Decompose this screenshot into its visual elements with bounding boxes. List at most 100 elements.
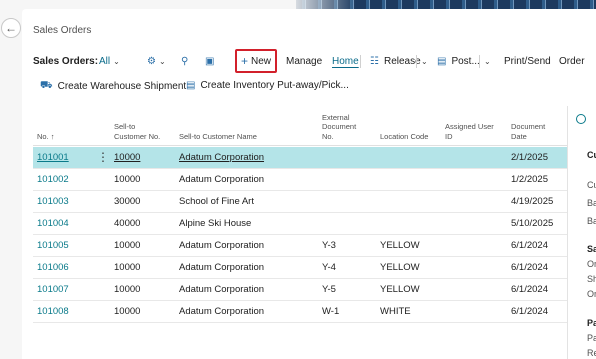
- back-button[interactable]: ←: [1, 18, 21, 38]
- print-send-tab[interactable]: Print/Send: [504, 50, 551, 72]
- top-banner: [0, 0, 596, 9]
- table-row[interactable]: 101001 ⋮ 10000 Adatum Corporation 2/1/20…: [33, 147, 568, 169]
- external-document-no: Y-5: [322, 284, 336, 295]
- factbox-field: Re: [587, 348, 596, 358]
- post-dropdown-button[interactable]: ⌄: [481, 50, 491, 72]
- filter-value: All: [99, 55, 111, 67]
- home-tab[interactable]: Home: [332, 50, 359, 72]
- factbox-field: Or: [587, 289, 596, 299]
- location-code: YELLOW: [380, 284, 420, 295]
- factbox-field: Sh: [587, 274, 596, 284]
- document-date: 4/19/2025: [511, 196, 554, 207]
- page-title: Sales Orders: [33, 25, 92, 36]
- factbox-field: Cu: [587, 180, 596, 190]
- new-button-label: New: [251, 55, 272, 67]
- table-row[interactable]: 101002 10000 Adatum Corporation 1/2/2025: [33, 169, 568, 191]
- factbox-field: Pa: [587, 333, 596, 343]
- customer-name: Alpine Ski House: [179, 218, 252, 229]
- customer-name: Adatum Corporation: [179, 152, 265, 163]
- customer-name: Adatum Corporation: [179, 262, 265, 273]
- order-tab[interactable]: Order: [559, 50, 585, 72]
- order-no-link[interactable]: 101006: [37, 257, 69, 279]
- customer-name: Adatum Corporation: [179, 174, 265, 185]
- column-header-no[interactable]: No. ↑: [37, 132, 55, 141]
- factbox-field: Ba: [587, 216, 596, 226]
- customer-no: 30000: [114, 196, 141, 207]
- create-inventory-putaway-button[interactable]: ▤ Create Inventory Put-away/Pick...: [186, 80, 349, 91]
- order-no-link[interactable]: 101005: [37, 235, 69, 257]
- chevron-down-icon: ⌄: [113, 56, 120, 66]
- post-button[interactable]: ▤ Post...: [437, 50, 480, 72]
- search-button[interactable]: ⚲: [181, 50, 188, 72]
- document-date: 1/2/2025: [511, 174, 548, 185]
- order-no-link[interactable]: 101002: [37, 169, 69, 191]
- window-icon: ▣: [205, 55, 215, 67]
- customer-no: 10000: [114, 174, 141, 185]
- row-actions-icon[interactable]: ⋮: [97, 147, 109, 169]
- factbox-pane: Cu Cu Ba Ba Sa Or Sh Or Pa Pa Re: [568, 106, 596, 359]
- view-label: Sales Orders:: [33, 55, 99, 67]
- document-date: 2/1/2025: [511, 152, 548, 163]
- order-no-link[interactable]: 101008: [37, 301, 69, 323]
- customer-name: Adatum Corporation: [179, 306, 265, 317]
- column-header-sell-to-customer-no[interactable]: Sell-to Customer No.: [114, 122, 160, 141]
- location-code: WHITE: [380, 306, 411, 317]
- filter-dropdown[interactable]: All ⌄: [99, 50, 120, 72]
- factbox-field: Ba: [587, 198, 596, 208]
- document-date: 6/1/2024: [511, 240, 548, 251]
- external-document-no: W-1: [322, 306, 340, 317]
- new-button[interactable]: + New: [235, 49, 278, 73]
- open-in-new-window-button[interactable]: ▣: [205, 50, 214, 72]
- plus-icon: +: [241, 54, 249, 68]
- column-header-assigned-user-id[interactable]: Assigned User ID: [445, 122, 494, 141]
- customer-no: 10000: [114, 152, 141, 163]
- external-document-no: Y-3: [322, 240, 336, 251]
- column-header-document-date[interactable]: Document Date: [511, 122, 545, 141]
- column-header-location-code[interactable]: Location Code: [380, 132, 428, 141]
- document-date: 5/10/2025: [511, 218, 554, 229]
- customer-name: School of Fine Art: [179, 196, 254, 207]
- table-row[interactable]: 101008 10000 Adatum Corporation W-1 WHIT…: [33, 301, 568, 323]
- document-date: 6/1/2024: [511, 262, 548, 273]
- table-row[interactable]: 101003 30000 School of Fine Art 4/19/202…: [33, 191, 568, 213]
- customer-no: 10000: [114, 306, 141, 317]
- table-row[interactable]: 101007 10000 Adatum Corporation Y-5 YELL…: [33, 279, 568, 301]
- factbox-heading-sales: Sa: [587, 244, 596, 254]
- release-dropdown-button[interactable]: ⌄: [418, 50, 428, 72]
- order-no-link[interactable]: 101001: [37, 147, 69, 169]
- order-no-link[interactable]: 101007: [37, 279, 69, 301]
- create-warehouse-shipment-button[interactable]: ⛟ Create Warehouse Shipment: [40, 80, 186, 93]
- arrow-left-icon: ←: [5, 21, 17, 35]
- table-row[interactable]: 101004 40000 Alpine Ski House 5/10/2025: [33, 213, 568, 235]
- customer-no: 10000: [114, 240, 141, 251]
- table-row[interactable]: 101006 10000 Adatum Corporation Y-4 YELL…: [33, 257, 568, 279]
- table-row[interactable]: 101005 10000 Adatum Corporation Y-3 YELL…: [33, 235, 568, 257]
- filter-views-icon: ⚙: [147, 55, 156, 67]
- column-header-sell-to-customer-name[interactable]: Sell-to Customer Name: [179, 132, 257, 141]
- document-date: 6/1/2024: [511, 306, 548, 317]
- post-document-icon: ▤: [437, 55, 447, 67]
- chevron-down-icon: ⌄: [421, 56, 428, 66]
- release-button[interactable]: ☷ Release: [370, 50, 421, 72]
- chevron-down-icon: ⌄: [484, 56, 491, 66]
- order-no-link[interactable]: 101004: [37, 213, 69, 235]
- table-header: No. ↑ Sell-to Customer No. Sell-to Custo…: [33, 106, 568, 146]
- factbox-field: Or: [587, 259, 596, 269]
- views-button[interactable]: ⚙ ⌄: [147, 50, 166, 72]
- inventory-document-icon: ▤: [186, 80, 196, 91]
- details-tab-icon[interactable]: [576, 114, 586, 124]
- column-header-external-document-no[interactable]: External Document No.: [322, 113, 356, 141]
- document-date: 6/1/2024: [511, 284, 548, 295]
- search-icon: ⚲: [181, 55, 189, 67]
- manage-tab[interactable]: Manage: [286, 50, 322, 72]
- customer-no: 10000: [114, 262, 141, 273]
- create-inventory-putaway-label: Create Inventory Put-away/Pick...: [200, 80, 349, 91]
- post-label: Post...: [451, 55, 480, 67]
- customer-name: Adatum Corporation: [179, 240, 265, 251]
- order-no-link[interactable]: 101003: [37, 191, 69, 213]
- customer-name: Adatum Corporation: [179, 284, 265, 295]
- warehouse-shipment-icon: ⛟: [40, 80, 53, 91]
- customer-no: 40000: [114, 218, 141, 229]
- factbox-heading-customer: Cu: [587, 150, 596, 160]
- chevron-down-icon: ⌄: [158, 56, 166, 66]
